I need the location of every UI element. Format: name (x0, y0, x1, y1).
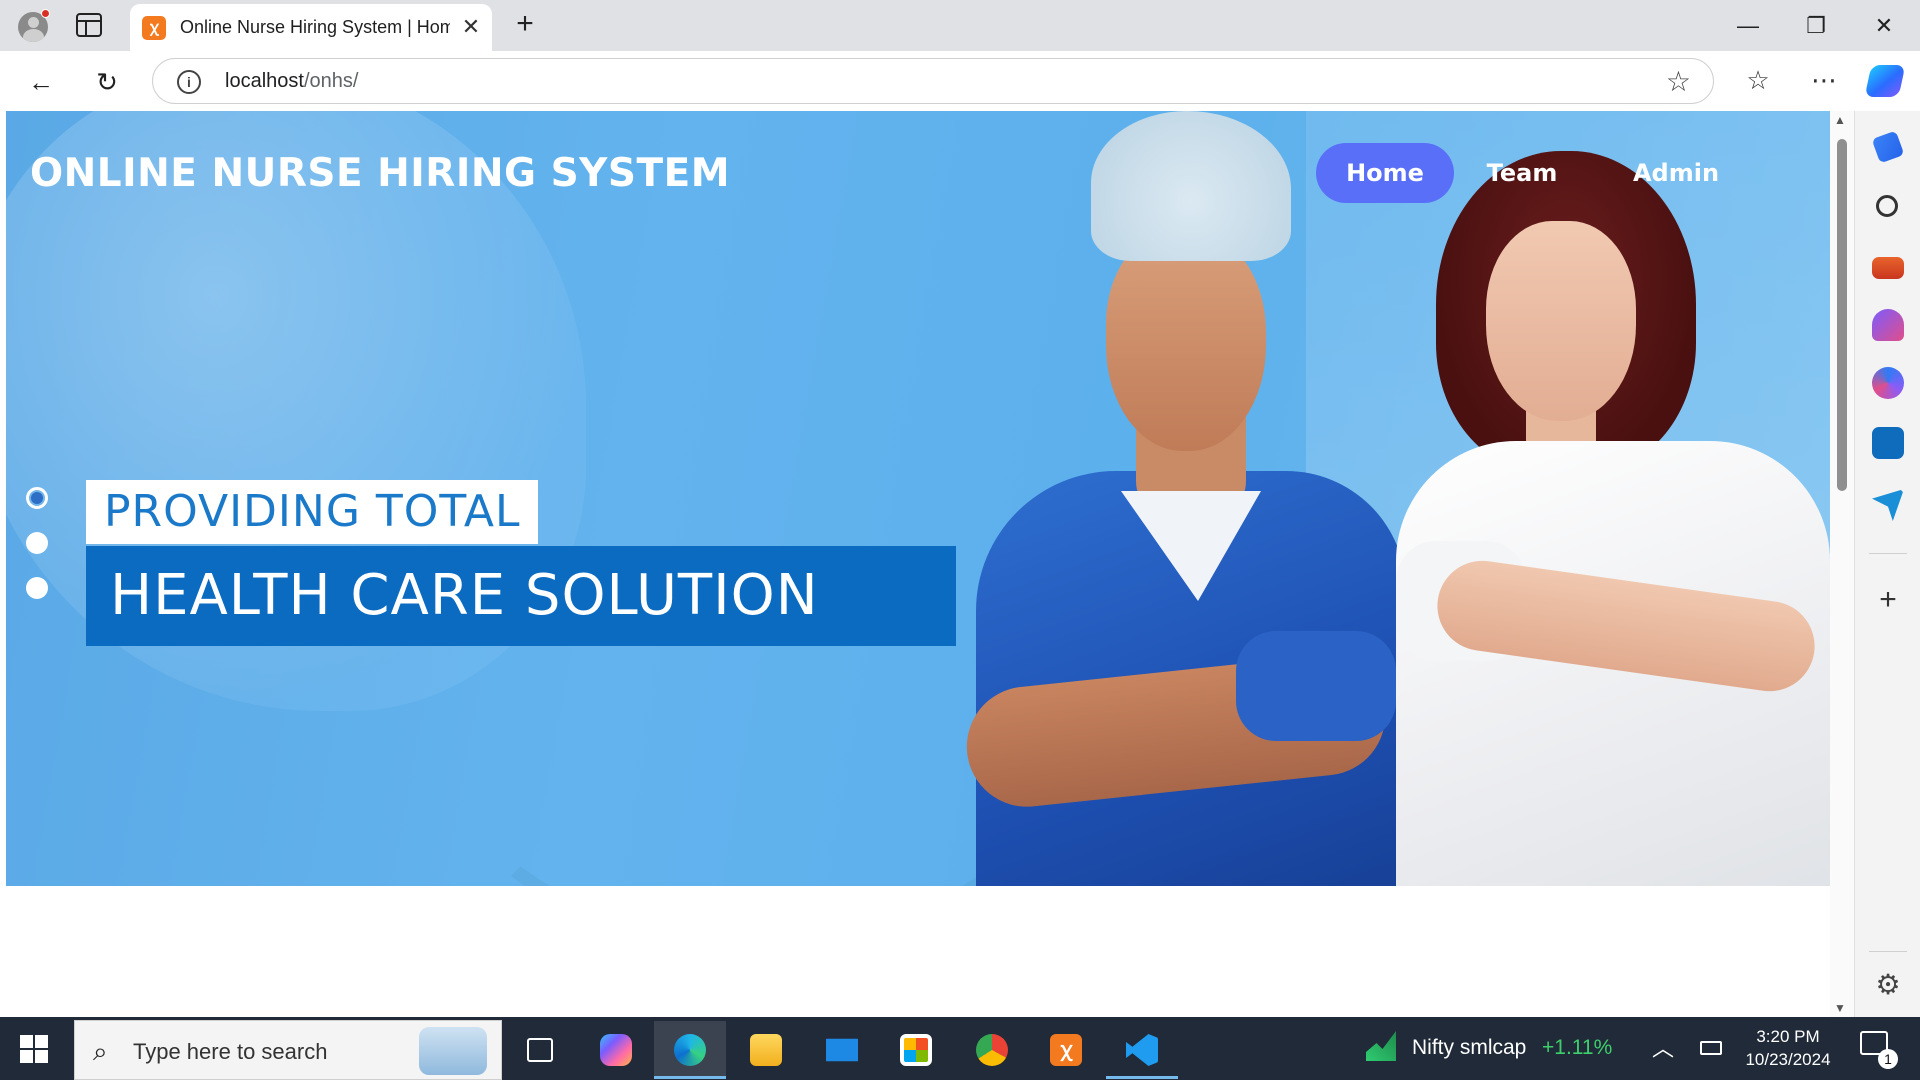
tab-title: Online Nurse Hiring System | Hom (180, 17, 450, 37)
nav-admin-link[interactable]: Admin (1616, 143, 1736, 203)
sidebar-separator-bottom (1869, 951, 1907, 952)
browser-tab-strip: ꭓ Online Nurse Hiring System | Hom ✕ + —… (0, 0, 1920, 51)
send-icon[interactable] (1872, 489, 1904, 521)
tab-actions-menu-icon[interactable] (76, 13, 102, 37)
chrome-icon[interactable] (956, 1021, 1028, 1079)
stock-trend-icon (1366, 1031, 1396, 1061)
battery-icon[interactable] (1700, 1041, 1722, 1055)
hero-banner: ONLINE NURSE HIRING SYSTEM Home Team Adm… (6, 111, 1830, 886)
add-icon[interactable]: + (1872, 585, 1904, 617)
taskbar-search-box[interactable]: ⌕ Type here to search (74, 1020, 502, 1080)
scroll-down-arrow-icon[interactable]: ▼ (1834, 1001, 1846, 1015)
toolbox-icon[interactable] (1872, 257, 1904, 279)
nav-team-link[interactable]: Team (1466, 143, 1578, 203)
games-icon[interactable] (1872, 309, 1904, 341)
url-host: localhost (225, 70, 304, 92)
favorites-icon[interactable]: ☆ (1738, 60, 1778, 100)
vscode-icon[interactable] (1106, 1021, 1178, 1079)
back-arrow-icon[interactable]: ← (22, 63, 60, 101)
browser-tab-active[interactable]: ꭓ Online Nurse Hiring System | Hom ✕ (130, 4, 492, 51)
outlook-icon[interactable] (1872, 427, 1904, 459)
tab-close-icon[interactable]: ✕ (457, 13, 485, 41)
restore-button[interactable]: ❐ (1796, 8, 1836, 44)
minimize-button[interactable]: — (1728, 8, 1768, 44)
xampp-favicon-icon: ꭓ (142, 16, 166, 40)
favorite-star-icon[interactable]: ☆ (1666, 65, 1691, 98)
windows-taskbar: ⌕ Type here to search ꭓ Nifty smlcap +1.… (0, 1017, 1920, 1080)
edge-sidebar: + ⚙ (1854, 111, 1920, 1017)
close-window-button[interactable]: ✕ (1864, 8, 1904, 44)
system-clock[interactable]: 3:20 PM 10/23/2024 (1740, 1025, 1836, 1071)
mail-icon[interactable] (806, 1021, 878, 1079)
m365-icon[interactable] (1872, 367, 1904, 399)
copilot-icon[interactable] (1864, 65, 1906, 97)
scrollbar-thumb[interactable] (1837, 139, 1847, 491)
stock-name[interactable]: Nifty smlcap (1412, 1036, 1526, 1060)
profile-notification-dot (41, 9, 50, 18)
xampp-icon[interactable]: ꭓ (1030, 1021, 1102, 1079)
browser-toolbar: ← ↻ i localhost/onhs/ ☆ ☆ ⋯ (0, 51, 1920, 111)
clock-date: 10/23/2024 (1745, 1050, 1831, 1069)
more-options-icon[interactable]: ⋯ (1804, 60, 1844, 100)
edge-taskbar-icon[interactable] (654, 1021, 726, 1079)
task-view-icon[interactable] (504, 1021, 576, 1079)
settings-icon[interactable]: ⚙ (1872, 969, 1904, 1001)
url-path: /onhs/ (303, 70, 359, 92)
clock-time: 3:20 PM (1756, 1027, 1820, 1046)
sidebar-separator (1869, 553, 1907, 554)
tag-icon[interactable] (1871, 130, 1905, 164)
stock-change: +1.11% (1542, 1036, 1613, 1059)
refresh-icon[interactable]: ↻ (88, 63, 126, 101)
page-scrollbar[interactable]: ▲ ▼ (1830, 111, 1854, 1017)
search-highlight-image (419, 1027, 487, 1075)
address-bar[interactable]: i localhost/onhs/ ☆ (152, 58, 1714, 104)
taskbar-search-placeholder: Type here to search (133, 1039, 328, 1064)
file-explorer-icon[interactable] (730, 1021, 802, 1079)
new-tab-button[interactable]: + (508, 8, 542, 42)
nav-home-link[interactable]: Home (1316, 143, 1454, 203)
female-nurse-image (1376, 151, 1830, 886)
slide-tagline-line1: PROVIDING TOTAL (86, 480, 539, 544)
slider-dot-1[interactable] (26, 487, 48, 509)
page-viewport: ONLINE NURSE HIRING SYSTEM Home Team Adm… (6, 111, 1830, 1017)
search-icon[interactable] (1876, 195, 1898, 217)
male-nurse-image (946, 111, 1426, 886)
scroll-up-arrow-icon[interactable]: ▲ (1834, 113, 1846, 127)
slider-dot-3[interactable] (26, 577, 48, 599)
start-windows-icon[interactable] (20, 1035, 48, 1063)
site-title: ONLINE NURSE HIRING SYSTEM (30, 151, 731, 196)
search-magnifier-icon: ⌕ (93, 1036, 108, 1066)
slide-tagline-line2: HEALTH CARE SOLUTION (86, 546, 956, 646)
show-hidden-icons-chevron-icon[interactable]: ︿ (1652, 1031, 1674, 1063)
site-info-icon[interactable]: i (177, 70, 201, 94)
copilot-taskbar-icon[interactable] (580, 1021, 652, 1079)
store-icon[interactable] (880, 1021, 952, 1079)
slider-dot-2[interactable] (26, 532, 48, 554)
notification-count-badge: 1 (1878, 1049, 1898, 1069)
url-text[interactable]: localhost/onhs/ (225, 70, 358, 93)
